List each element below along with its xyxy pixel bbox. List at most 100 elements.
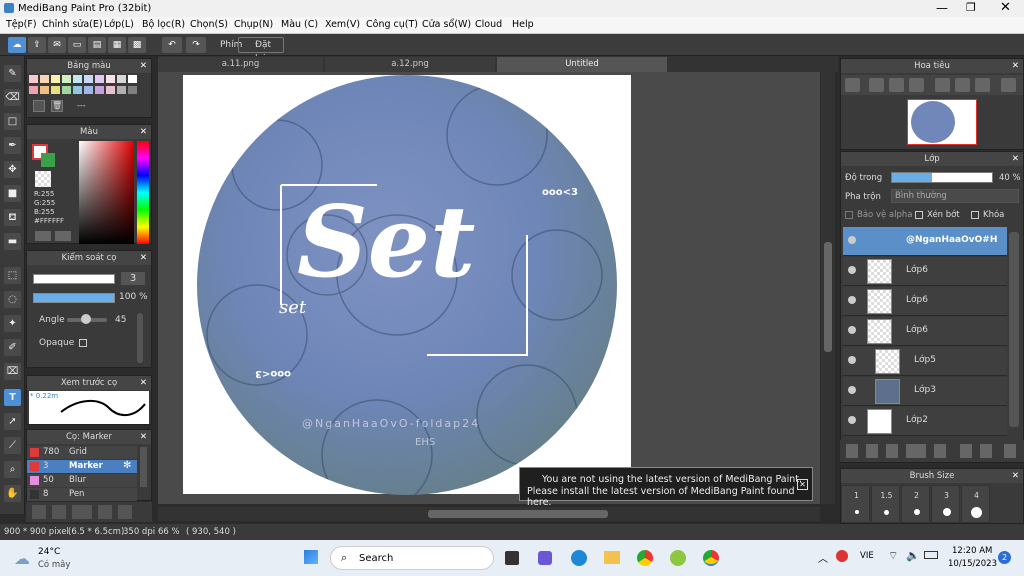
palette-swatch[interactable] (51, 75, 60, 83)
color-swap-icon[interactable] (55, 231, 71, 241)
tray-app-icon[interactable] (836, 550, 848, 562)
palette-swatch[interactable] (51, 86, 60, 94)
transparent-color[interactable] (35, 171, 51, 187)
vertical-scroll-thumb[interactable] (824, 242, 832, 352)
palette-swatch[interactable] (95, 75, 104, 83)
chrome-icon-2[interactable] (703, 550, 719, 566)
weather-cloud-icon[interactable]: ☁ (14, 549, 30, 568)
eye-icon[interactable] (848, 236, 856, 244)
reset-button[interactable]: Đặt lại (238, 37, 284, 64)
palette-swatch[interactable] (29, 86, 38, 94)
palette-swatch[interactable] (128, 75, 137, 83)
brush-list-item[interactable]: 8 Pen (27, 488, 137, 501)
brush-list-item[interactable]: 50 Blur (27, 474, 137, 487)
brush-size-cell[interactable]: 1.5 (871, 485, 900, 523)
layer-row[interactable]: Lớp6 (843, 287, 1007, 316)
notification-badge[interactable]: 2 (998, 551, 1011, 564)
fill-rect-icon[interactable]: ■ (4, 185, 21, 202)
chat-icon[interactable]: ▭ (68, 37, 86, 53)
menu-filter[interactable]: Bộ lọc(R) (142, 19, 185, 30)
brush-size-cell[interactable]: 4 (961, 485, 990, 523)
minimize-icon[interactable]: — (936, 1, 948, 15)
opaque-checkbox[interactable] (79, 339, 87, 347)
tab-untitled[interactable]: Untitled (497, 57, 667, 72)
menu-file[interactable]: Tệp(F) (6, 19, 37, 30)
edge-icon[interactable] (571, 550, 587, 566)
brush-list-item[interactable]: 780 Grid (27, 446, 137, 459)
teams-icon[interactable] (538, 551, 552, 565)
select-rect-icon[interactable]: □ (4, 113, 21, 130)
volume-icon[interactable]: 🔈 (906, 549, 920, 562)
close-icon[interactable]: ✕ (140, 125, 147, 139)
blend-mode-select[interactable]: Bình thường (891, 189, 1019, 203)
clock-time[interactable]: 12:20 AM (952, 546, 992, 556)
zoom-out-icon[interactable] (909, 78, 924, 92)
palette-swatch[interactable] (73, 75, 82, 83)
new-halftone-layer-icon[interactable] (866, 444, 878, 458)
brush-list-scrollbar[interactable] (140, 447, 147, 487)
tab-a11[interactable]: a.11.png (158, 57, 323, 72)
palette-swatch[interactable] (106, 75, 115, 83)
layer-folder-icon[interactable] (934, 444, 946, 458)
brush-size-cell[interactable]: 3 (931, 485, 960, 523)
select-eraser-icon[interactable]: ⌧ (4, 363, 21, 380)
clip-checkbox[interactable] (915, 211, 923, 219)
actual-size-icon[interactable] (889, 78, 904, 92)
palette-swatch[interactable] (73, 86, 82, 94)
background-color[interactable] (41, 153, 55, 167)
eye-icon[interactable] (848, 266, 856, 274)
brush-settings-gear-icon[interactable]: ✻ (123, 460, 131, 471)
rotate-right-icon[interactable] (975, 78, 990, 92)
magic-wand-icon[interactable]: ✦ (4, 315, 21, 332)
undo-icon[interactable]: ↶ (162, 37, 182, 53)
palette-swatch[interactable] (106, 86, 115, 94)
maximize-icon[interactable]: ❐ (966, 1, 976, 14)
close-icon[interactable]: ✕ (140, 59, 147, 73)
layer-row[interactable]: Lớp6 (843, 317, 1007, 346)
lock-checkbox[interactable] (971, 211, 979, 219)
horizontal-scroll-thumb[interactable] (428, 510, 608, 518)
cloud-icon[interactable]: ☁ (8, 37, 26, 53)
color-mode-icon[interactable] (35, 231, 51, 241)
eyedropper-icon[interactable]: ⟋ (4, 437, 21, 454)
palette-swatch[interactable] (117, 75, 126, 83)
close-icon[interactable]: ✕ (1012, 59, 1019, 73)
brush-icon[interactable]: ✎ (4, 65, 21, 82)
hand-icon[interactable]: ✋ (4, 485, 21, 502)
protect-alpha-checkbox[interactable] (845, 211, 853, 219)
brush-folder-icon[interactable] (118, 505, 132, 519)
wifi-icon[interactable]: ⌔ (888, 549, 898, 563)
file-explorer-icon[interactable] (604, 551, 620, 564)
zoom-icon[interactable]: ⌕ (4, 461, 21, 478)
eye-icon[interactable] (848, 296, 856, 304)
pen-icon[interactable]: ✒ (4, 137, 21, 154)
eraser-icon[interactable]: ⌫ (4, 89, 21, 106)
menu-window[interactable]: Cửa sổ(W) (422, 19, 471, 30)
angle-slider-thumb[interactable] (81, 314, 91, 324)
merge-layer-icon[interactable] (980, 444, 992, 458)
marquee-icon[interactable]: ⬚ (4, 267, 21, 284)
menu-layer[interactable]: Lớp(L) (104, 19, 134, 30)
layer-row[interactable]: Lớp6 (843, 257, 1007, 286)
menu-select[interactable]: Chọn(S) (190, 19, 228, 30)
brush-size-cell[interactable]: 1 (841, 485, 870, 523)
brush-size-value[interactable]: 3 (121, 272, 145, 285)
menu-tools[interactable]: Công cụ(T) (366, 19, 418, 30)
new-swatch-icon[interactable] (33, 100, 45, 112)
close-icon[interactable]: ✕ (140, 251, 147, 265)
flip-icon[interactable] (1001, 78, 1016, 92)
zoom-fit-icon[interactable] (845, 78, 860, 92)
palette-swatch[interactable] (84, 75, 93, 83)
tab-a12[interactable]: a.12.png (325, 57, 495, 72)
brush-list-item[interactable]: 3 Marker ✻ (27, 460, 137, 473)
eye-icon[interactable] (848, 326, 856, 334)
layer-row[interactable]: @NganHaaOvO#H (843, 227, 1007, 256)
move-icon[interactable]: ✥ (4, 161, 21, 178)
menu-color[interactable]: Màu (C) (281, 19, 318, 30)
cloud-brush-icon[interactable] (32, 505, 46, 519)
brush-size-cell[interactable]: 2 (901, 485, 930, 523)
palette-swatch[interactable] (95, 86, 104, 94)
select-pen-icon[interactable]: ✐ (4, 339, 21, 356)
bucket-icon[interactable]: ⛾ (4, 209, 21, 226)
panel-icon[interactable]: ▦ (108, 37, 126, 53)
